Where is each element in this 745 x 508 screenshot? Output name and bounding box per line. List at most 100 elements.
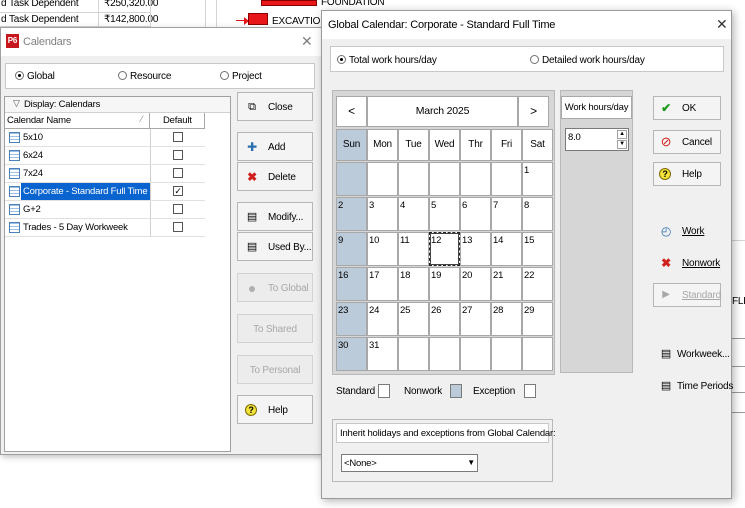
day-cell-empty[interactable] <box>367 162 398 196</box>
column-header-default[interactable]: Default <box>163 115 192 126</box>
day-cell[interactable]: 29 <box>522 302 553 336</box>
to-global-button[interactable]: ● To Global <box>237 273 313 302</box>
day-cell[interactable]: 26 <box>429 302 460 336</box>
prev-month-button[interactable]: < <box>336 96 367 127</box>
next-month-button[interactable]: > <box>518 96 549 127</box>
day-cell-empty[interactable] <box>460 337 491 371</box>
day-cell-empty[interactable] <box>398 162 429 196</box>
to-personal-button[interactable]: To Personal <box>237 355 313 384</box>
default-checkbox-checked[interactable]: ✓ <box>173 186 183 196</box>
spin-up-icon[interactable]: ▲ <box>617 130 627 139</box>
help-button[interactable]: ? Help <box>653 162 721 186</box>
nonwork-button[interactable]: ✖ Nonwork <box>653 251 721 275</box>
edge-label: FLR <box>732 296 745 307</box>
day-number: 13 <box>462 235 473 246</box>
day-cell-empty[interactable] <box>429 337 460 371</box>
work-hours-input[interactable]: 8.0 ▲ ▼ <box>565 128 629 151</box>
default-checkbox[interactable] <box>173 132 183 142</box>
table-row[interactable]: 5x10 <box>5 129 230 147</box>
calendar-icon <box>9 222 20 233</box>
day-cell[interactable]: 17 <box>367 267 398 301</box>
day-number: 11 <box>400 235 410 246</box>
calendar-icon <box>9 132 20 143</box>
work-button[interactable]: ◴ Work <box>653 219 721 243</box>
table-row[interactable]: 7x24 <box>5 165 230 183</box>
day-cell[interactable]: 18 <box>398 267 429 301</box>
modify-button[interactable]: ▤ Modify... <box>237 202 313 231</box>
day-cell[interactable]: 5 <box>429 197 460 231</box>
day-cell[interactable]: 30 <box>336 337 367 371</box>
day-cell[interactable]: 31 <box>367 337 398 371</box>
used-by-button[interactable]: ▤ Used By... <box>237 232 313 261</box>
help-button[interactable]: ? Help <box>237 395 313 424</box>
day-cell[interactable]: 12 <box>429 232 460 266</box>
day-cell[interactable]: 19 <box>429 267 460 301</box>
sort-icon: ⁄ <box>141 114 143 124</box>
day-cell[interactable]: 20 <box>460 267 491 301</box>
day-cell[interactable]: 11 <box>398 232 429 266</box>
default-checkbox[interactable] <box>173 204 183 214</box>
workweek-button[interactable]: ▤ Workweek... <box>653 342 730 366</box>
table-row-selected[interactable]: Corporate - Standard Full Time ✓ <box>5 183 230 201</box>
day-cell[interactable]: 14 <box>491 232 522 266</box>
day-cell[interactable]: 3 <box>367 197 398 231</box>
day-cell[interactable]: 8 <box>522 197 553 231</box>
day-number: 27 <box>462 305 473 316</box>
day-cell[interactable]: 25 <box>398 302 429 336</box>
radio-project[interactable]: Project <box>220 71 262 82</box>
day-cell[interactable]: 13 <box>460 232 491 266</box>
day-cell[interactable]: 21 <box>491 267 522 301</box>
day-cell-empty[interactable] <box>398 337 429 371</box>
day-cell-empty[interactable] <box>522 337 553 371</box>
radio-icon <box>118 71 127 80</box>
time-periods-icon: ▤ <box>660 380 672 392</box>
default-checkbox[interactable] <box>173 150 183 160</box>
day-number: 7 <box>493 200 499 211</box>
radio-total-hours[interactable]: Total work hours/day <box>337 55 437 66</box>
display-bar[interactable]: ▽ Display: Calendars <box>5 97 230 113</box>
day-cell[interactable]: 7 <box>491 197 522 231</box>
day-cell[interactable]: 24 <box>367 302 398 336</box>
day-cell[interactable]: 2 <box>336 197 367 231</box>
radio-detailed-hours[interactable]: Detailed work hours/day <box>530 55 645 66</box>
default-checkbox[interactable] <box>173 222 183 232</box>
radio-resource[interactable]: Resource <box>118 71 171 82</box>
day-cell-empty[interactable] <box>491 162 522 196</box>
help-icon: ? <box>659 168 671 180</box>
day-cell-empty[interactable] <box>491 337 522 371</box>
table-row[interactable]: 6x24 <box>5 147 230 165</box>
day-cell[interactable]: 16 <box>336 267 367 301</box>
column-header-name[interactable]: Calendar Name <box>7 115 71 126</box>
day-cell[interactable]: 4 <box>398 197 429 231</box>
day-cell-empty[interactable] <box>336 162 367 196</box>
standard-button[interactable]: ▶ Standard <box>653 283 721 307</box>
close-button[interactable]: ⧉ Close <box>237 92 313 121</box>
default-checkbox[interactable] <box>173 168 183 178</box>
day-cell[interactable]: 15 <box>522 232 553 266</box>
day-cell[interactable]: 27 <box>460 302 491 336</box>
day-cell-empty[interactable] <box>429 162 460 196</box>
ok-button[interactable]: ✔ OK <box>653 96 721 120</box>
day-cell[interactable]: 22 <box>522 267 553 301</box>
day-cell-empty[interactable] <box>460 162 491 196</box>
inherit-select[interactable]: <None> ▼ <box>341 454 478 472</box>
time-periods-button[interactable]: ▤ Time Periods <box>653 374 733 398</box>
radio-global[interactable]: Global <box>15 71 55 82</box>
day-cell[interactable]: 23 <box>336 302 367 336</box>
day-cell[interactable]: 28 <box>491 302 522 336</box>
day-cell[interactable]: 6 <box>460 197 491 231</box>
scope-radio-group: Global Resource Project <box>5 63 315 89</box>
table-row[interactable]: G+2 <box>5 201 230 219</box>
close-icon[interactable]: ✕ <box>716 17 728 31</box>
to-shared-button[interactable]: To Shared <box>237 314 313 343</box>
day-number: 2 <box>338 200 344 211</box>
day-cell[interactable]: 9 <box>336 232 367 266</box>
day-cell[interactable]: 1 <box>522 162 553 196</box>
add-button[interactable]: ✚ Add <box>237 132 313 161</box>
cancel-button[interactable]: ⊘ Cancel <box>653 130 721 154</box>
delete-button[interactable]: ✖ Delete <box>237 162 313 191</box>
close-icon[interactable]: ✕ <box>301 34 313 48</box>
spin-down-icon[interactable]: ▼ <box>617 140 627 149</box>
day-cell[interactable]: 10 <box>367 232 398 266</box>
table-row[interactable]: Trades - 5 Day Workweek <box>5 219 230 237</box>
